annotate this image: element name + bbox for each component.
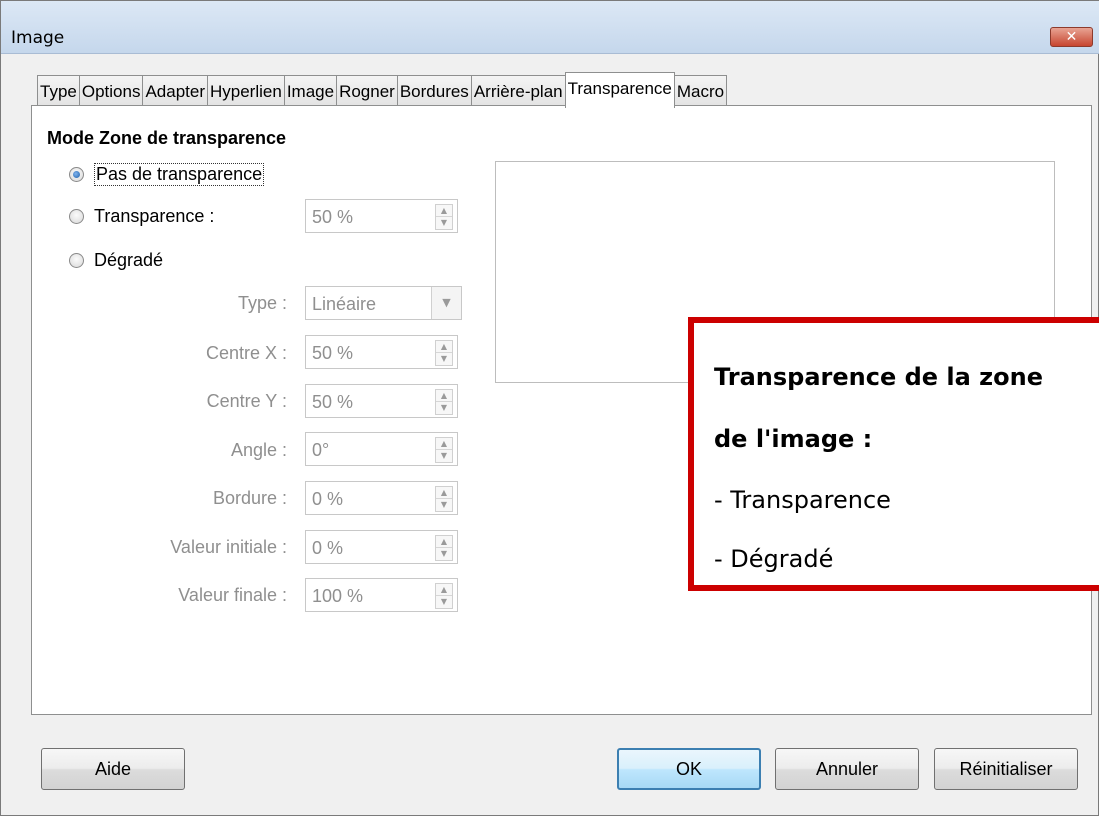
center-y-spinbox[interactable]: 50 % ▲ ▼: [305, 384, 458, 418]
section-title: Mode Zone de transparence: [47, 128, 287, 148]
spin-buttons[interactable]: ▲ ▼: [435, 204, 453, 230]
radio-button[interactable]: [69, 253, 84, 268]
callout-line-3: - Transparence: [714, 486, 891, 514]
tab-type[interactable]: Type: [37, 75, 80, 108]
spin-up-icon[interactable]: ▲: [436, 487, 452, 499]
border-spinbox[interactable]: 0 % ▲ ▼: [305, 481, 458, 515]
spin-down-icon[interactable]: ▼: [436, 217, 452, 229]
initial-value-label: Valeur initiale :: [170, 537, 287, 557]
reset-button[interactable]: Réinitialiser: [934, 748, 1078, 790]
tab-adapter[interactable]: Adapter: [142, 75, 208, 108]
radio-label-transparency: Transparence :: [94, 206, 215, 226]
angle-label: Angle :: [230, 440, 287, 460]
spin-down-icon[interactable]: ▼: [436, 353, 452, 365]
initial-value: 0 %: [312, 538, 344, 558]
callout-line-1: Transparence de la zone: [714, 363, 1043, 391]
image-dialog: Image ✕ Type Options Adapter Hyperlien I…: [0, 0, 1099, 816]
spin-buttons[interactable]: ▲ ▼: [435, 340, 453, 366]
ok-button[interactable]: OK: [617, 748, 761, 790]
radio-button[interactable]: [69, 209, 84, 224]
close-icon: ✕: [1065, 29, 1078, 45]
center-x-spinbox[interactable]: 50 % ▲ ▼: [305, 335, 458, 369]
spin-buttons[interactable]: ▲ ▼: [435, 486, 453, 512]
gradient-type-label: Type :: [237, 293, 287, 313]
chevron-down-icon[interactable]: ▼: [431, 287, 461, 319]
center-y-label: Centre Y :: [206, 391, 287, 411]
radio-button-checked[interactable]: [69, 167, 84, 182]
spin-up-icon[interactable]: ▲: [436, 205, 452, 217]
border-value: 0 %: [312, 489, 344, 509]
window-title: Image: [11, 28, 65, 48]
spin-buttons[interactable]: ▲ ▼: [435, 437, 453, 463]
radio-transparency[interactable]: Transparence :: [69, 206, 214, 227]
final-value-label: Valeur finale :: [178, 585, 287, 605]
cancel-button[interactable]: Annuler: [775, 748, 919, 790]
final-value: 100 %: [312, 586, 364, 606]
angle-spinbox[interactable]: 0° ▲ ▼: [305, 432, 458, 466]
gradient-type-dropdown[interactable]: Linéaire ▼: [305, 286, 462, 320]
center-x-label: Centre X :: [205, 343, 287, 363]
spin-down-icon[interactable]: ▼: [436, 499, 452, 511]
help-button[interactable]: Aide: [41, 748, 185, 790]
tab-rogner[interactable]: Rogner: [336, 75, 398, 108]
close-button[interactable]: ✕: [1050, 27, 1093, 47]
tab-options[interactable]: Options: [78, 75, 144, 108]
center-y-value: 50 %: [312, 392, 354, 412]
callout-line-2: de l'image :: [714, 425, 873, 453]
annotation-callout: Transparence de la zone de l'image : - T…: [688, 317, 1099, 591]
spin-down-icon[interactable]: ▼: [436, 450, 452, 462]
tab-bar: Type Options Adapter Hyperlien Image Rog…: [37, 72, 728, 108]
radio-no-transparency[interactable]: Pas de transparence: [69, 163, 265, 186]
angle-value: 0°: [312, 440, 330, 460]
spin-down-icon[interactable]: ▼: [436, 596, 452, 608]
spin-buttons[interactable]: ▲ ▼: [435, 389, 453, 415]
border-label: Bordure :: [212, 488, 287, 508]
transparency-value: 50 %: [312, 207, 354, 227]
radio-gradient[interactable]: Dégradé: [69, 250, 163, 271]
radio-label-no-transparency: Pas de transparence: [94, 163, 265, 186]
tab-bordures[interactable]: Bordures: [396, 75, 472, 108]
spin-up-icon[interactable]: ▲: [436, 438, 452, 450]
transparency-spinbox[interactable]: 50 % ▲ ▼: [305, 199, 458, 233]
initial-value-spinbox[interactable]: 0 % ▲ ▼: [305, 530, 458, 564]
center-x-value: 50 %: [312, 343, 354, 363]
callout-line-4: - Dégradé: [714, 545, 834, 573]
tab-arriere-plan[interactable]: Arrière-plan: [470, 75, 566, 108]
tab-image[interactable]: Image: [283, 75, 338, 108]
spin-buttons[interactable]: ▲ ▼: [435, 535, 453, 561]
final-value-spinbox[interactable]: 100 % ▲ ▼: [305, 578, 458, 612]
spin-up-icon[interactable]: ▲: [436, 584, 452, 596]
tab-macro[interactable]: Macro: [673, 75, 728, 108]
tab-transparence[interactable]: Transparence: [564, 72, 675, 108]
gradient-type-value: Linéaire: [312, 294, 377, 314]
radio-label-gradient: Dégradé: [94, 250, 164, 270]
spin-up-icon[interactable]: ▲: [436, 390, 452, 402]
spin-up-icon[interactable]: ▲: [436, 341, 452, 353]
spin-down-icon[interactable]: ▼: [436, 402, 452, 414]
tab-hyperlien[interactable]: Hyperlien: [207, 75, 285, 108]
title-bar: Image ✕: [1, 1, 1099, 54]
spin-buttons[interactable]: ▲ ▼: [435, 583, 453, 609]
spin-up-icon[interactable]: ▲: [436, 536, 452, 548]
spin-down-icon[interactable]: ▼: [436, 548, 452, 560]
